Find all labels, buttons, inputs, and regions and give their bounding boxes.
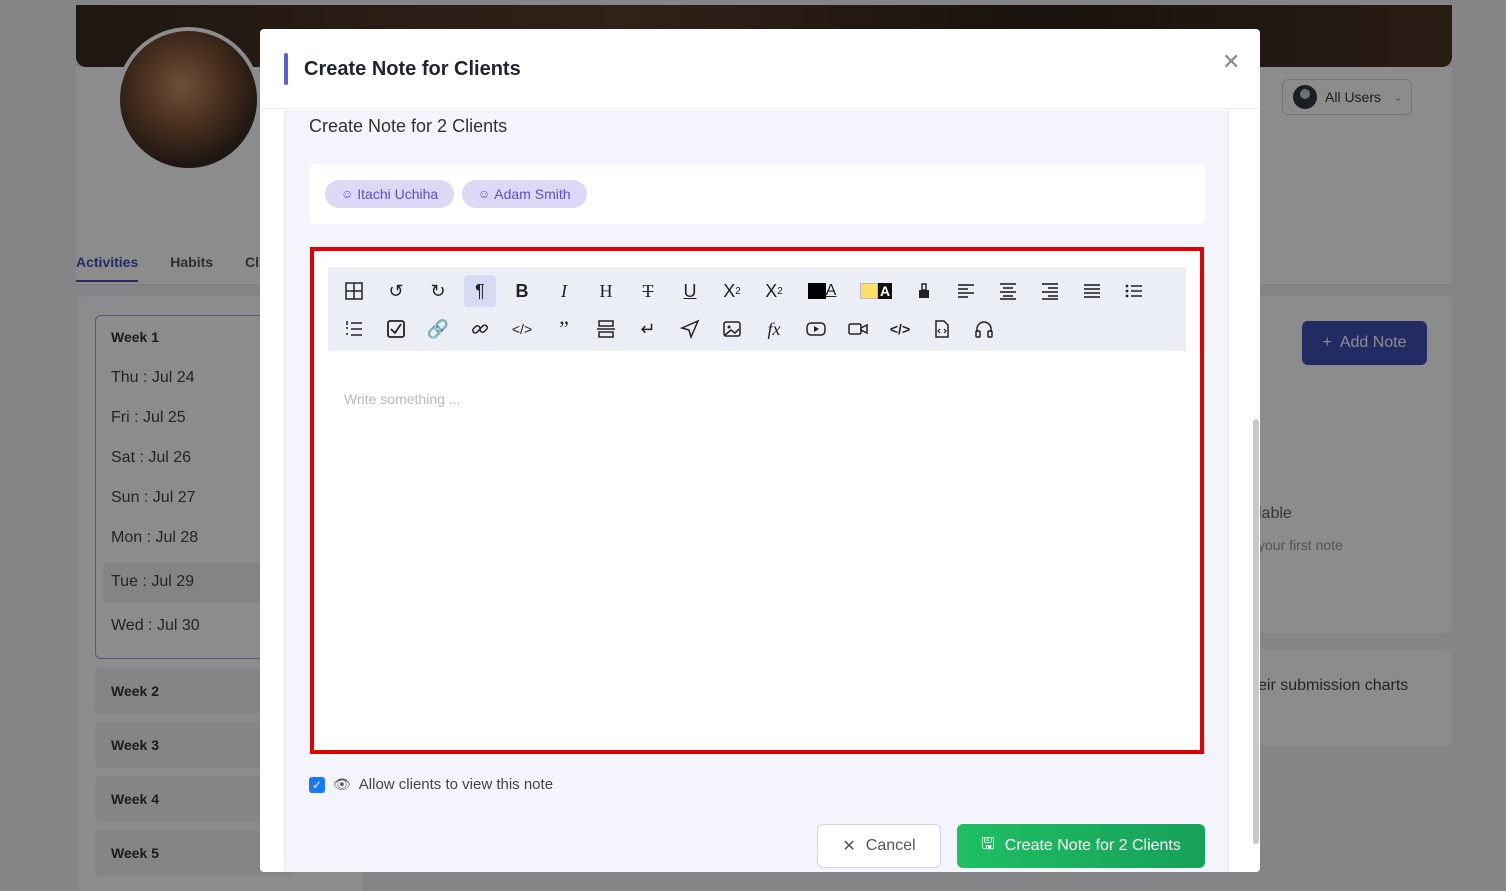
create-note-modal: Create Note for Clients ✕ Create Note fo… — [260, 29, 1260, 872]
audio-icon[interactable] — [968, 313, 1000, 345]
font-color-icon[interactable]: A — [800, 275, 844, 307]
close-icon[interactable]: ✕ — [1222, 49, 1240, 75]
client-name: Itachi Uchiha — [357, 186, 439, 202]
align-justify-icon[interactable] — [1076, 275, 1108, 307]
cancel-label: Cancel — [865, 837, 916, 854]
highlight-color-icon[interactable]: A — [854, 275, 898, 307]
heading-icon[interactable]: H — [590, 275, 622, 307]
user-icon: ☺ — [478, 187, 491, 201]
editor-placeholder[interactable]: Write something ... — [344, 391, 460, 407]
scrollbar[interactable] — [1253, 419, 1259, 844]
bullet-list-icon[interactable] — [1118, 275, 1150, 307]
toolbar-row-2: 🔗 </> ” ↵ fx </> — [338, 313, 1010, 345]
allow-view-checkbox[interactable]: ✓ — [309, 776, 325, 793]
horizontal-rule-icon[interactable] — [590, 313, 622, 345]
clear-format-icon[interactable] — [908, 275, 940, 307]
section-title: Create Note for 2 Clients — [309, 116, 508, 136]
file-icon[interactable] — [926, 313, 958, 345]
toolbar-row-1: ↺ ↻ ¶ B I H T U X2 X2 A A — [338, 275, 1160, 307]
user-icon: ☺ — [341, 187, 354, 201]
quote-icon[interactable]: ” — [548, 313, 580, 345]
modal-header: Create Note for Clients ✕ — [260, 29, 1260, 109]
italic-icon[interactable]: I — [548, 275, 580, 307]
bold-icon[interactable]: B — [506, 275, 538, 307]
paragraph-icon[interactable]: ¶ — [464, 275, 496, 307]
code-icon[interactable]: </> — [506, 313, 538, 345]
client-chip[interactable]: ☺ Itachi Uchiha — [325, 180, 455, 208]
code-block-icon[interactable]: </> — [884, 313, 916, 345]
redo-icon[interactable]: ↻ — [422, 275, 454, 307]
client-name: Adam Smith — [494, 186, 571, 202]
subscript-icon[interactable]: X2 — [716, 275, 748, 307]
undo-icon[interactable]: ↺ — [380, 275, 412, 307]
video-icon[interactable] — [842, 313, 874, 345]
title-accent-bar — [284, 53, 288, 85]
eye-icon: 👁 — [333, 776, 351, 792]
underline-icon[interactable]: U — [674, 275, 706, 307]
strikethrough-icon[interactable]: T — [632, 275, 664, 307]
allow-view-option[interactable]: ✓ 👁 Allow clients to view this note — [309, 776, 553, 793]
save-icon: 🖫 — [981, 835, 995, 853]
align-center-icon[interactable] — [992, 275, 1024, 307]
checklist-icon[interactable] — [380, 313, 412, 345]
modal-title: Create Note for Clients — [304, 58, 521, 80]
link-icon[interactable]: 🔗 — [422, 313, 454, 345]
image-icon[interactable] — [716, 313, 748, 345]
send-icon[interactable] — [674, 313, 706, 345]
unlink-icon[interactable] — [464, 313, 496, 345]
client-chip[interactable]: ☺ Adam Smith — [462, 180, 587, 208]
cancel-button[interactable]: ✕ Cancel — [817, 824, 941, 868]
allow-view-label: Allow clients to view this note — [358, 776, 554, 793]
create-note-label: Create Note for 2 Clients — [1004, 837, 1181, 854]
ordered-list-icon[interactable] — [338, 313, 370, 345]
create-note-button[interactable]: 🖫 Create Note for 2 Clients — [957, 824, 1205, 868]
align-left-icon[interactable] — [950, 275, 982, 307]
align-right-icon[interactable] — [1034, 275, 1066, 307]
formula-icon[interactable]: fx — [758, 313, 790, 345]
rich-text-editor: ↺ ↻ ¶ B I H T U X2 X2 A A 🔗 </> ” ↵ fx <… — [310, 247, 1204, 754]
table-icon[interactable] — [338, 275, 370, 307]
line-break-icon[interactable]: ↵ — [632, 313, 664, 345]
superscript-icon[interactable]: X2 — [758, 275, 790, 307]
editor-toolbar: ↺ ↻ ¶ B I H T U X2 X2 A A 🔗 </> ” ↵ fx <… — [328, 267, 1186, 351]
youtube-icon[interactable] — [800, 313, 832, 345]
selected-clients: ☺ Itachi Uchiha ☺ Adam Smith — [309, 164, 1205, 224]
close-icon: ✕ — [842, 838, 856, 855]
